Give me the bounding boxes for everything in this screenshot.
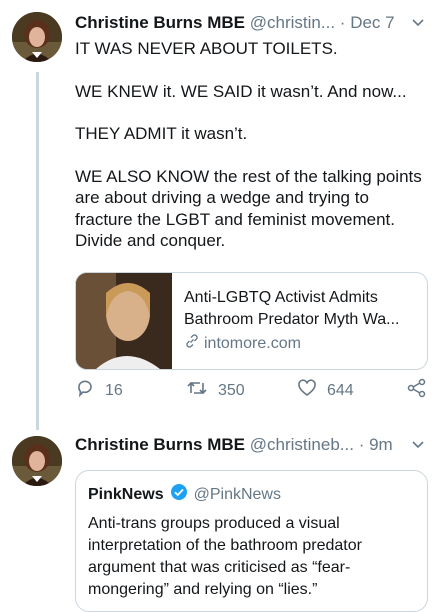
author-name[interactable]: Christine Burns MBE [75,435,245,454]
tweet-paragraph: WE KNEW it. WE SAID it wasn’t. And now..… [75,81,407,101]
tweet-header: Christine Burns MBE @christineb... · 9m [75,434,393,456]
quoted-tweet[interactable]: PinkNews @PinkNews Anti-trans groups pro… [75,470,428,612]
author-handle[interactable]: @christin... [250,13,335,32]
tweet-time[interactable]: Dec 7 [350,13,394,32]
verified-badge-icon [170,483,188,506]
avatar-image [12,436,62,486]
quoted-author-handle: @PinkNews [193,485,281,503]
link-icon [184,333,200,354]
separator-dot: · [339,13,346,32]
retweet-icon [186,378,208,403]
card-thumbnail [76,273,172,369]
like-count: 644 [327,381,354,399]
card-title-line: Bathroom Predator Myth Wa... [184,311,400,328]
reply-button[interactable]: 16 [75,378,123,403]
separator-dot: · [358,435,365,454]
tweet-paragraph: THEY ADMIT it wasn’t. [75,124,248,143]
card-title-line: Anti-LGBTQ Activist Admits [184,289,378,306]
avatar[interactable] [12,436,62,486]
chevron-down-icon[interactable] [411,16,425,33]
tweet-actions: 16 350 644 [75,378,427,404]
tweet-paragraph: WE ALSO KNOW the rest of the talking poi… [75,166,422,251]
share-icon [407,378,427,403]
tweet-body: IT WAS NEVER ABOUT TOILETS. WE KNEW it. … [75,38,425,252]
thread-line [36,72,39,430]
share-button[interactable] [407,378,427,403]
retweet-count: 350 [218,381,245,399]
avatar-image [12,12,62,62]
retweet-button[interactable]: 350 [186,378,245,403]
author-name[interactable]: Christine Burns MBE [75,13,245,32]
heart-icon [297,378,317,403]
card-domain: intomore.com [184,333,301,354]
tweet-paragraph: IT WAS NEVER ABOUT TOILETS. [75,39,338,58]
quoted-author-name: PinkNews [88,485,164,503]
reply-icon [75,378,95,403]
card-domain-text: intomore.com [204,334,301,352]
tweet-header: Christine Burns MBE @christin... · Dec 7 [75,12,395,34]
reply-count: 16 [105,381,123,399]
chevron-down-icon[interactable] [411,438,425,455]
like-button[interactable]: 644 [297,378,354,403]
avatar[interactable] [12,12,62,62]
card-title: Anti-LGBTQ Activist Admits Bathroom Pred… [184,287,420,331]
quoted-tweet-header: PinkNews @PinkNews [88,483,281,506]
author-handle[interactable]: @christineb... [250,435,354,454]
quoted-tweet-text: Anti-trans groups produced a visual inte… [88,515,362,598]
tweet-time[interactable]: 9m [369,435,393,454]
link-card[interactable]: Anti-LGBTQ Activist Admits Bathroom Pred… [75,272,428,370]
